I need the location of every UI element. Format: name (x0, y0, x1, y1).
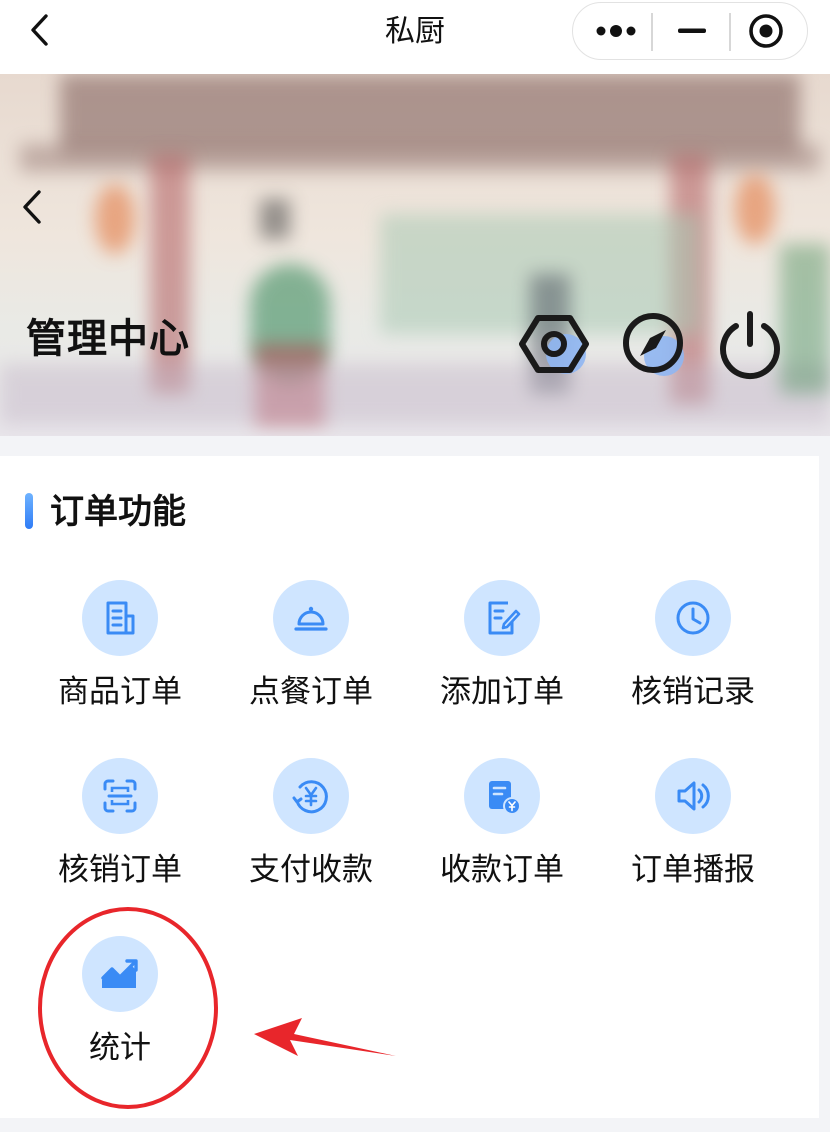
hero-title: 管理中心 (26, 316, 190, 362)
grid-item-verify-records[interactable]: 核销记录 (613, 580, 773, 720)
document-icon (82, 580, 158, 656)
minimize-button[interactable] (657, 3, 727, 59)
hero-back-button[interactable] (14, 184, 50, 230)
grid-item-order-broadcast[interactable]: 订单播报 (613, 758, 773, 898)
grid-item-dine-orders[interactable]: 点餐订单 (231, 580, 391, 720)
compass-icon (623, 313, 684, 376)
chevron-left-icon (23, 190, 41, 224)
grid-item-label: 商品订单 (58, 674, 182, 710)
speaker-icon (655, 758, 731, 834)
grid-item-payment-collect[interactable]: 支付收款 (231, 758, 391, 898)
logout-button[interactable] (714, 308, 786, 380)
grid-item-label: 添加订单 (440, 674, 564, 710)
target-close-icon (749, 14, 783, 48)
discover-button[interactable] (618, 308, 690, 380)
hex-nut-settings-icon (519, 315, 589, 374)
invoice-yuan-icon (464, 758, 540, 834)
page-edge (819, 456, 830, 1132)
capsule-divider (651, 13, 653, 51)
more-dots-icon (596, 25, 636, 37)
minimize-icon (678, 28, 706, 33)
grid-item-label: 点餐订单 (249, 674, 373, 710)
power-icon (720, 311, 780, 380)
cloche-icon (273, 580, 349, 656)
grid-item-payment-orders[interactable]: 收款订单 (422, 758, 582, 898)
more-button[interactable] (581, 3, 651, 59)
top-nav-bar: 私厨 (0, 0, 830, 74)
mini-program-capsule (572, 2, 808, 60)
edit-note-icon (464, 580, 540, 656)
grid-item-statistics[interactable]: 统计 (40, 936, 200, 1076)
grid-item-label: 支付收款 (249, 852, 373, 888)
trend-chart-icon (82, 936, 158, 1012)
yuan-refresh-icon (273, 758, 349, 834)
scan-icon (82, 758, 158, 834)
section-title: 订单功能 (50, 492, 186, 532)
clock-icon (655, 580, 731, 656)
grid-item-add-order[interactable]: 添加订单 (422, 580, 582, 720)
grid-item-label: 核销记录 (631, 674, 755, 710)
close-button[interactable] (731, 3, 801, 59)
hero-banner: 管理中心 (0, 74, 830, 436)
grid-item-product-orders[interactable]: 商品订单 (40, 580, 200, 720)
grid-item-verify-order[interactable]: 核销订单 (40, 758, 200, 898)
grid-item-label: 订单播报 (631, 852, 755, 888)
section-accent-bar (25, 493, 33, 529)
grid-item-label: 核销订单 (58, 852, 182, 888)
grid-item-label: 收款订单 (440, 852, 564, 888)
settings-button[interactable] (518, 308, 590, 380)
grid-item-label: 统计 (89, 1030, 151, 1066)
